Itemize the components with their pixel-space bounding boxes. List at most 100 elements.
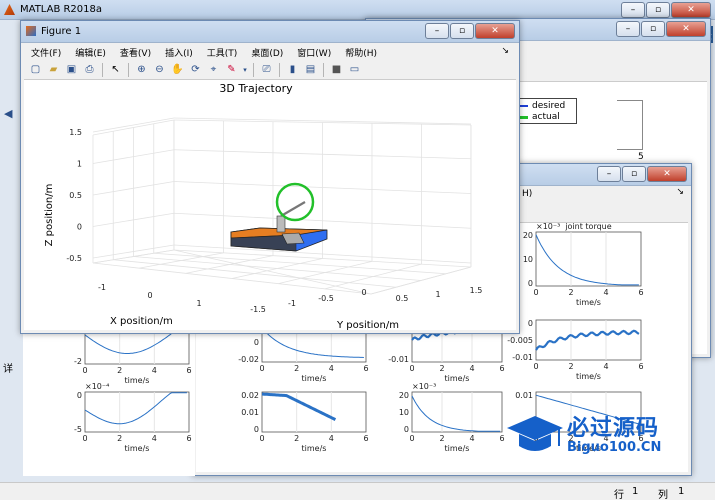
- back-maximize-button[interactable]: ▫: [641, 21, 665, 37]
- matlab-title-bar: MATLAB R2018a – ▫ ✕: [0, 0, 715, 20]
- x-tick-label: 4: [152, 366, 157, 375]
- legend-label-desired: desired: [532, 101, 566, 111]
- z-tick-label: 1.5: [69, 128, 82, 137]
- save-icon[interactable]: ▣: [64, 63, 79, 77]
- open-icon[interactable]: ▰: [46, 63, 61, 77]
- main-left-arrow-icon[interactable]: ◀: [4, 107, 12, 120]
- link-icon[interactable]: ⎚: [259, 63, 274, 77]
- figure1-menubar: 文件(F) 编辑(E) 查看(V) 插入(I) 工具(T) 桌面(D) 窗口(W…: [24, 43, 516, 60]
- rotate-icon[interactable]: ⟳: [188, 63, 203, 77]
- hide-icon[interactable]: ■: [329, 63, 344, 77]
- back-minimize-button[interactable]: –: [616, 21, 640, 37]
- x-gridline: [133, 256, 422, 281]
- menu-edit[interactable]: 编辑(E): [68, 43, 113, 60]
- y-tick-label: 0: [254, 338, 259, 347]
- x-tick-label: 6: [363, 434, 368, 443]
- subplot-8[interactable]: 0 2 4 6 0 10 20 time/s ×10⁻³: [399, 382, 505, 457]
- figure1-maximize-button[interactable]: ▫: [450, 23, 474, 39]
- back-axis-tick: 5: [638, 152, 644, 162]
- colorbar-icon[interactable]: ▮: [285, 63, 300, 77]
- x-tick-label: 2: [439, 364, 444, 373]
- y-tick-label: -0.01: [388, 355, 409, 364]
- x-tick-label: 4: [469, 434, 474, 443]
- main-minimize-button[interactable]: –: [621, 2, 645, 18]
- z-tick-label: 0.5: [69, 191, 82, 200]
- menu-file[interactable]: 文件(F): [24, 43, 68, 60]
- y-tick-label: 0: [77, 391, 82, 400]
- print-icon[interactable]: ⎙: [82, 63, 97, 77]
- axes-box: [411, 391, 503, 433]
- x-tick-label: 4: [603, 288, 608, 297]
- x-tick-label: 6: [186, 366, 191, 375]
- axes-box: [535, 231, 642, 287]
- figure1-close-button[interactable]: ✕: [475, 23, 515, 39]
- z-tick-label: -0.5: [66, 254, 82, 263]
- pan-icon[interactable]: ✋: [170, 63, 185, 77]
- x-axis-label: X position/m: [110, 316, 173, 327]
- x-axis-label: time/s: [125, 444, 150, 453]
- y-tick-label: -0.005: [507, 336, 533, 345]
- legend-icon[interactable]: ▤: [303, 63, 318, 77]
- sub-close-button[interactable]: ✕: [647, 166, 687, 182]
- sub-maximize-button[interactable]: ▫: [622, 166, 646, 182]
- x-tick-label: 2: [117, 366, 122, 375]
- x-tick-label: 1: [196, 299, 201, 308]
- subplot-svg: 0 2 4 6 0 10 20 time/s ×10⁻³: [399, 382, 505, 453]
- main-close-button[interactable]: ✕: [671, 2, 711, 18]
- brush-icon[interactable]: ✎: [224, 63, 239, 77]
- menu-tools[interactable]: 工具(T): [200, 43, 245, 60]
- x-axis-label: time/s: [445, 444, 470, 453]
- z-tick-label: 0: [77, 223, 82, 232]
- x-tick-label: 2: [568, 362, 573, 371]
- x-gridline: [113, 259, 397, 288]
- col-label: 列: [658, 490, 668, 501]
- exponent-label: ×10⁻³: [536, 222, 560, 231]
- subplot-6[interactable]: 0 2 4 6 -0.01 -0.005 0 time/s: [507, 319, 643, 385]
- x-tick-label: 2: [439, 434, 444, 443]
- sub-minimize-button[interactable]: –: [597, 166, 621, 182]
- x-tick-label: 0: [82, 366, 87, 375]
- plot-title: 3D Trajectory: [219, 82, 293, 95]
- y-tick-label: 1.5: [470, 286, 483, 295]
- matlab-title: MATLAB R2018a: [20, 4, 103, 15]
- x-tick-label: 4: [329, 364, 334, 373]
- subplot-7[interactable]: 0 2 4 6 0 0.01 0.02 time/s: [241, 391, 368, 457]
- zoom-out-icon[interactable]: ⊖: [152, 63, 167, 77]
- x-tick-label: 0: [409, 434, 414, 443]
- exponent-label: ×10⁻⁴: [85, 382, 109, 391]
- menu-insert[interactable]: 插入(I): [158, 43, 200, 60]
- zoom-in-icon[interactable]: ⊕: [134, 63, 149, 77]
- row-label: 行: [614, 490, 624, 501]
- menu-view[interactable]: 查看(V): [113, 43, 158, 60]
- figure1-title-bar[interactable]: Figure 1 – ▫ ✕: [21, 21, 519, 43]
- main-maximize-button[interactable]: ▫: [646, 2, 670, 18]
- subplot-1[interactable]: 0 2 4 6 0 10 20 time/s ×10⁻³ joint torque: [523, 222, 644, 311]
- subplot-svg: 0 2 4 6 -0.01 -0.005 0 time/s: [507, 319, 643, 381]
- figure1-minimize-button[interactable]: –: [425, 23, 449, 39]
- main-status-bar: 行 1 列 1: [0, 482, 715, 501]
- menu-desktop[interactable]: 桌面(D): [244, 43, 290, 60]
- figure1-window[interactable]: Figure 1 – ▫ ✕ 文件(F) 编辑(E) 查看(V) 插入(I) 工…: [20, 20, 520, 334]
- show-icon[interactable]: ▭: [347, 63, 362, 77]
- y-tick-label: 0.5: [396, 294, 409, 303]
- back-close-button[interactable]: ✕: [666, 21, 706, 37]
- subplots-menu-dock-icon[interactable]: ↘: [676, 187, 684, 197]
- menu-dock-icon[interactable]: ↘: [494, 43, 516, 60]
- x-axis-label: time/s: [302, 444, 327, 453]
- new-icon[interactable]: ▢: [28, 63, 43, 77]
- pointer-icon[interactable]: ↖: [108, 63, 123, 77]
- exponent-label: ×10⁻³: [412, 382, 436, 391]
- x-tick-label: 0: [533, 362, 538, 371]
- menu-window[interactable]: 窗口(W): [290, 43, 338, 60]
- toolbar-separator: [323, 62, 324, 77]
- menu-help[interactable]: 帮助(H): [338, 43, 384, 60]
- y-tick-label: 20: [399, 391, 409, 400]
- brush-dropdown-icon[interactable]: ▾: [242, 63, 248, 77]
- x-tick-label: 2: [294, 434, 299, 443]
- 3d-trajectory-plot[interactable]: 3D Trajectory 1.5 1 0.5 0 -0.5 -1.5 -1 -0.5 0 0.5…: [24, 80, 516, 331]
- subplots-menu-help[interactable]: H): [522, 189, 532, 199]
- x-tick-label: 4: [469, 364, 474, 373]
- datacursor-icon[interactable]: ⌖: [206, 63, 221, 77]
- subplot-3[interactable]: 0 2 4 6 -5 0 time/s ×10⁻⁴: [74, 382, 192, 457]
- y-tick-label: -2: [74, 357, 82, 366]
